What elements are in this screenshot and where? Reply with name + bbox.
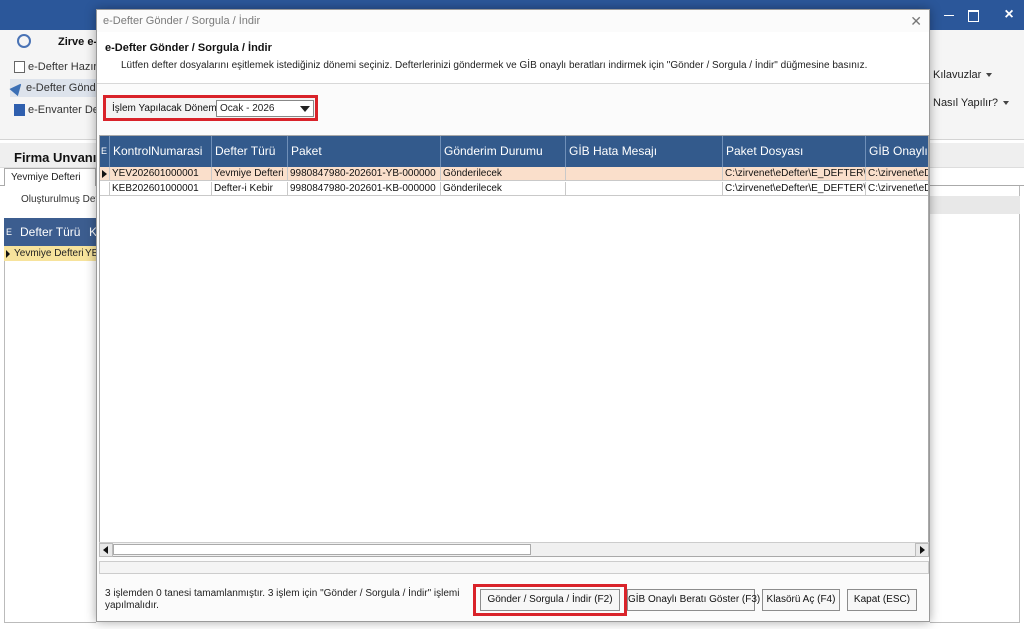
grid-header-gib-hata-mesaji[interactable]: GİB Hata Mesajı — [566, 136, 723, 167]
grid-header-paket-dosyasi[interactable]: Paket Dosyası — [723, 136, 866, 167]
menu-nasil-yapilir-label: Nasıl Yapılır? — [933, 97, 999, 109]
bg-row-defter-turu: Yevmiye Defteri — [14, 248, 84, 259]
grid-header-kontrolnumarasi[interactable]: KontrolNumarasi — [110, 136, 212, 167]
grid-header-gonderim-durumu[interactable]: Gönderim Durumu — [441, 136, 566, 167]
bg-grid-header: E Defter Türü K — [4, 218, 97, 246]
row-indicator-cell — [100, 167, 110, 181]
grid-footer-bar — [99, 561, 929, 574]
ribbon-item-edefter-hazirla[interactable]: e-Defter Hazırla — [12, 58, 106, 76]
chevron-down-icon[interactable] — [300, 106, 310, 112]
ribbon-item-edefter-gonder[interactable]: e-Defter Gönde — [9, 79, 102, 97]
status-text: 3 işlemden 0 tanesi tamamlanmıştır. 3 iş… — [105, 588, 460, 611]
ribbon-item-label: e-Defter Gönde — [26, 82, 102, 94]
period-dropdown[interactable]: Ocak - 2026 — [216, 100, 314, 117]
cell-gib-hata-mesaji — [566, 167, 723, 181]
cell-kontrolnumarasi: KEB202601000001 — [110, 182, 212, 196]
grid-header: E KontrolNumarasi Defter Türü Paket Gönd… — [100, 136, 928, 167]
period-group: İşlem Yapılacak Dönem Ocak - 2026 — [103, 95, 318, 121]
cell-paket-dosyasi: C:\zirvenet\eDefter\E_DEFTER\99 — [725, 182, 866, 196]
chevron-down-icon — [1003, 101, 1010, 106]
inventory-icon — [14, 104, 25, 116]
edefter-dialog: e-Defter Gönder / Sorgula / İndir ✕ e-De… — [96, 9, 930, 622]
firma-label: Firma Unvanı : — [14, 150, 105, 165]
cell-paket: 9980847980-202601-KB-000000 — [288, 182, 441, 196]
document-icon — [14, 61, 25, 73]
dialog-close-icon[interactable]: ✕ — [910, 13, 922, 30]
period-value: Ocak - 2026 — [220, 103, 275, 114]
menu-kilavuzlar-label: Kılavuzlar — [933, 69, 982, 81]
dialog-heading: e-Defter Gönder / Sorgula / İndir — [105, 42, 272, 54]
scrollbar-thumb[interactable] — [113, 544, 531, 555]
scroll-left-icon[interactable] — [99, 543, 113, 557]
bg-right-strip — [930, 196, 1020, 214]
ribbon-item-label: e-Envanter Deft — [28, 104, 106, 116]
tab-yevmiye-defteri[interactable]: Yevmiye Defteri — [4, 168, 96, 186]
cell-gonderim-durumu: Gönderilecek — [441, 167, 566, 181]
close-icon[interactable]: × — [986, 0, 1024, 30]
menu-nasil-yapilir[interactable]: Nasıl Yapılır? — [933, 97, 1010, 109]
grid-header-paket[interactable]: Paket — [288, 136, 441, 167]
row-indicator-cell — [100, 182, 110, 196]
table-row[interactable]: KEB202601000001 Defter-i Kebir 998084798… — [100, 182, 928, 196]
bg-grid-header-defter-turu[interactable]: Defter Türü — [20, 218, 80, 246]
cell-paket: 9980847980-202601-YB-000000 — [288, 167, 441, 181]
send-query-download-button[interactable]: Gönder / Sorgula / İndir (F2) — [480, 589, 620, 611]
scroll-right-icon[interactable] — [915, 543, 929, 557]
menu-kilavuzlar[interactable]: Kılavuzlar — [933, 69, 993, 81]
bg-grid-body — [4, 261, 96, 623]
grid-header-defter-turu[interactable]: Defter Türü — [212, 136, 288, 167]
bg-grid-marker: E — [6, 227, 13, 237]
dialog-header: e-Defter Gönder / Sorgula / İndir Lütfen… — [97, 32, 929, 84]
cell-kontrolnumarasi: YEV202601000001 — [110, 167, 212, 181]
bg-right-panel — [930, 186, 1020, 623]
ribbon-tab-zirve[interactable]: Zirve e- — [58, 36, 97, 48]
cell-gonderim-durumu: Gönderilecek — [441, 182, 566, 196]
cell-defter-turu: Defter-i Kebir — [212, 182, 288, 196]
row-indicator-icon — [102, 170, 107, 178]
dialog-description: Lütfen defter dosyalarını eşitlemek iste… — [121, 60, 868, 71]
cell-gib-onayli: C:\zirvenet\eDe — [868, 168, 928, 179]
horizontal-scrollbar[interactable] — [99, 542, 929, 557]
dialog-titlebar: e-Defter Gönder / Sorgula / İndir ✕ — [97, 10, 929, 32]
table-row[interactable]: YEV202601000001 Yevmiye Defteri 99808479… — [100, 167, 928, 181]
olusturulmus-label: Oluşturulmuş Deft — [21, 194, 102, 205]
ribbon-item-label: e-Defter Hazırla — [28, 61, 106, 73]
open-folder-button[interactable]: Klasörü Aç (F4) — [762, 589, 840, 611]
cell-paket-dosyasi: C:\zirvenet\eDefter\E_DEFTER\99 — [725, 167, 866, 181]
app-logo-icon — [17, 34, 31, 48]
row-indicator-icon — [6, 250, 10, 258]
dialog-title: e-Defter Gönder / Sorgula / İndir — [103, 15, 261, 27]
cell-gib-onayli: C:\zirvenet\eDe — [868, 183, 928, 194]
edefter-grid: E KontrolNumarasi Defter Türü Paket Gönd… — [99, 135, 929, 557]
chevron-down-icon — [986, 73, 993, 78]
grid-header-gib-onayli[interactable]: GİB Onaylı P — [866, 136, 928, 167]
show-gib-berat-button[interactable]: GİB Onaylı Beratı Göster (F3) — [627, 589, 760, 611]
table-row[interactable]: Yevmiye Defteri YE — [4, 246, 98, 261]
cell-gib-hata-mesaji — [566, 182, 723, 196]
close-button[interactable]: Kapat (ESC) — [847, 589, 917, 611]
ribbon-item-eenvanter[interactable]: e-Envanter Deft — [12, 101, 105, 119]
grid-header-marker: E — [100, 136, 110, 167]
send-icon — [9, 79, 26, 97]
period-label: İşlem Yapılacak Dönem — [112, 103, 217, 114]
cell-defter-turu: Yevmiye Defteri — [212, 167, 288, 181]
